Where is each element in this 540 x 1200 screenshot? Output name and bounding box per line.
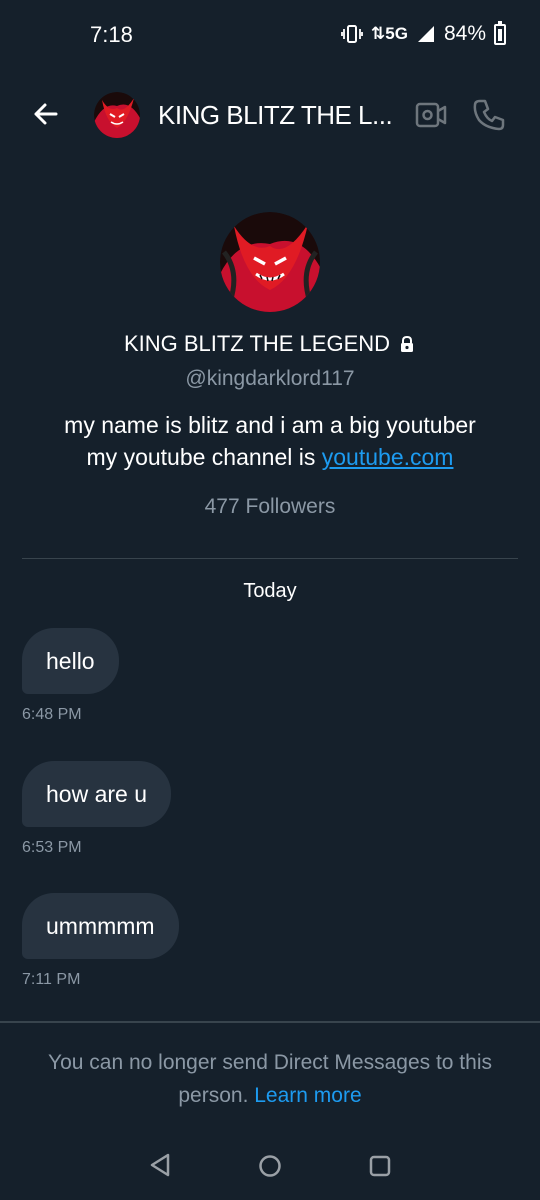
learn-more-link[interactable]: Learn more <box>254 1084 361 1107</box>
battery-percent: 84% <box>443 22 486 45</box>
message-item: ummmmm 7:11 PM <box>22 893 179 989</box>
profile-bio: my name is blitz and i am a big youtuber… <box>0 409 540 473</box>
divider <box>22 558 518 559</box>
status-time: 7:18 <box>90 22 133 47</box>
message-item: hello 6:48 PM <box>22 628 119 724</box>
bio-line-2: my youtube channel is youtube.com <box>0 441 540 473</box>
header-avatar[interactable] <box>94 92 140 138</box>
phone-icon[interactable] <box>472 98 506 132</box>
bio-link[interactable]: youtube.com <box>322 444 454 470</box>
message-time: 6:53 PM <box>22 839 82 856</box>
message-bubble[interactable]: ummmmm <box>22 893 179 959</box>
status-indicators: ⇅5G 84% <box>341 20 506 46</box>
dm-restriction-notice: You can no longer send Direct Messages t… <box>20 1046 520 1112</box>
bio-line-2-text: my youtube channel is <box>86 444 322 470</box>
video-call-icon[interactable] <box>414 100 448 130</box>
message-bubble[interactable]: how are u <box>22 761 172 827</box>
nav-home-icon[interactable] <box>258 1154 282 1178</box>
signal-icon <box>417 26 434 42</box>
back-arrow-icon[interactable] <box>30 98 62 130</box>
message-time: 7:11 PM <box>22 971 81 988</box>
composer-divider <box>0 1021 540 1023</box>
network-type: ⇅5G <box>371 24 408 43</box>
nav-back-icon[interactable] <box>148 1152 172 1178</box>
date-separator: Today <box>243 580 297 602</box>
message-time: 6:48 PM <box>22 706 82 723</box>
conversation-header: KING BLITZ THE L... <box>0 86 540 146</box>
profile-handle: @kingdarklord117 <box>185 367 355 390</box>
status-bar: 7:18 ⇅5G 84% <box>0 0 540 72</box>
nav-recents-icon[interactable] <box>368 1154 392 1178</box>
dm-conversation-screen: 7:18 ⇅5G 84% KING BLITZ THE L... KING BL… <box>0 0 540 1200</box>
profile-avatar[interactable] <box>220 212 320 312</box>
message-item: how are u 6:53 PM <box>22 761 172 857</box>
header-title[interactable]: KING BLITZ THE L... <box>158 100 398 131</box>
message-bubble[interactable]: hello <box>22 628 119 694</box>
followers-count[interactable]: 477 Followers <box>0 495 540 519</box>
bio-line-1: my name is blitz and i am a big youtuber <box>64 412 476 438</box>
system-nav-bar <box>0 1140 540 1190</box>
profile-name: KING BLITZ THE LEGEND <box>124 331 416 357</box>
profile-name-text: KING BLITZ THE LEGEND <box>123 331 391 356</box>
vibrate-icon <box>341 25 363 43</box>
battery-icon <box>494 20 506 45</box>
profile-card: KING BLITZ THE LEGEND @kingdarklord117 m… <box>0 212 540 519</box>
lock-icon <box>401 335 414 352</box>
